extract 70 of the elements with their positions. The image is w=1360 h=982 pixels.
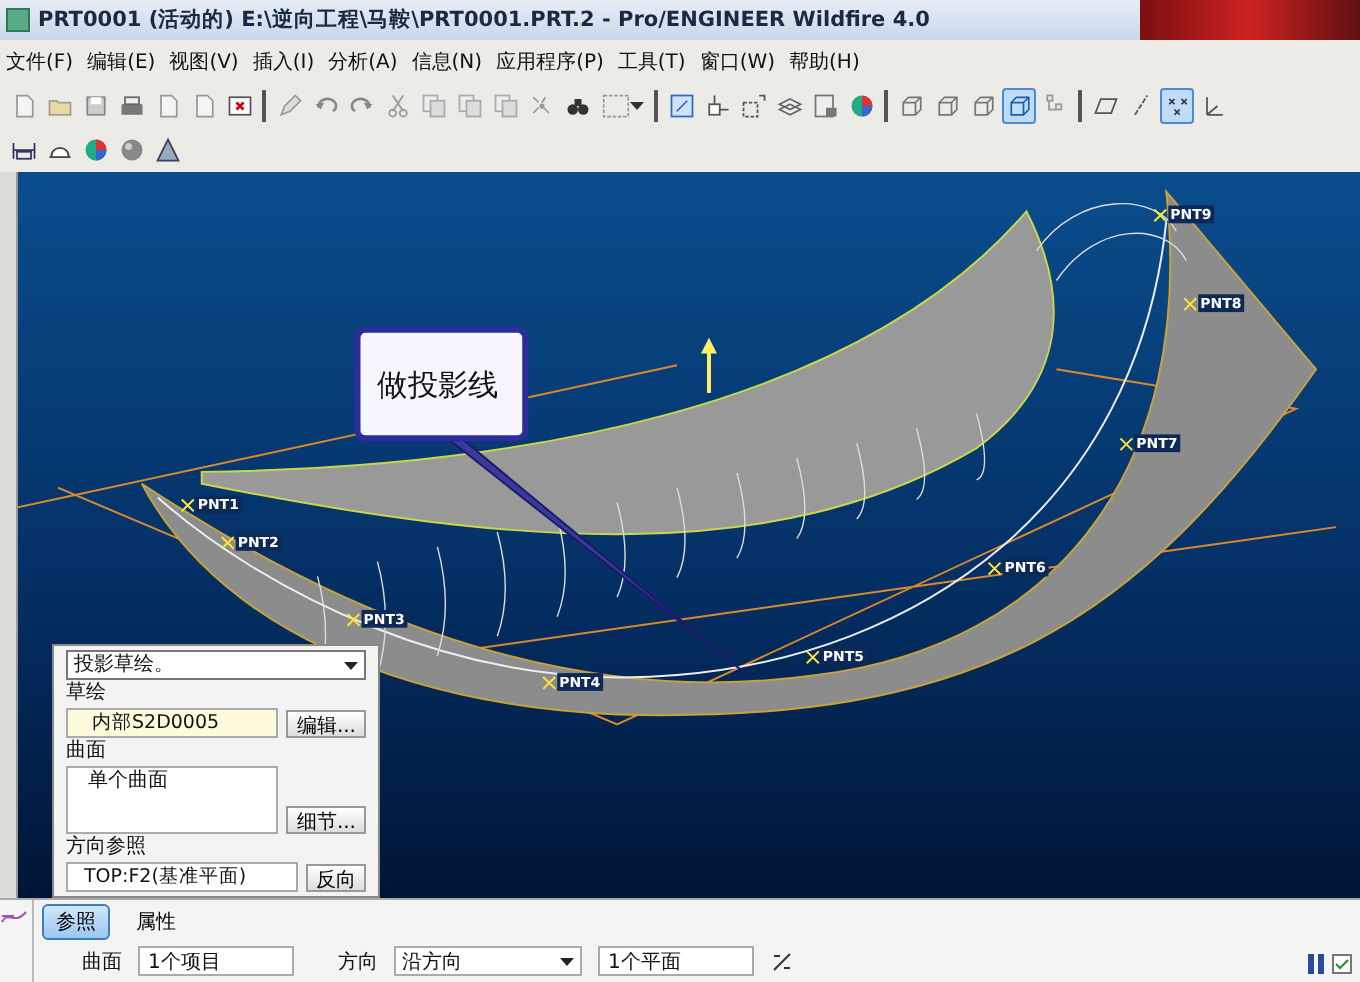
menu-item[interactable]: 窗口(W) xyxy=(699,46,776,78)
surfaces-label: 曲面 xyxy=(82,949,122,975)
datum-point-marker xyxy=(1183,297,1198,312)
menu-item[interactable]: 编辑(E) xyxy=(87,46,156,78)
wireframe-icon xyxy=(897,92,925,120)
select-box-icon xyxy=(601,92,629,120)
toolbar-button[interactable] xyxy=(1160,88,1194,124)
datum-point-marker xyxy=(805,650,820,665)
flip-button[interactable]: 反向 xyxy=(306,864,366,892)
caret-icon xyxy=(344,661,358,669)
pencil-icon xyxy=(275,92,303,120)
direction-reference-field[interactable]: TOP:F2(基准平面) xyxy=(66,862,298,892)
direction-dropdown[interactable]: 沿方向 xyxy=(394,946,582,976)
sketch-label: 草绘 xyxy=(66,682,108,706)
datum-point-marker xyxy=(220,536,235,550)
dashboard-tab[interactable]: 参照 xyxy=(42,904,110,940)
edit-button[interactable]: 编辑... xyxy=(286,710,366,738)
menu-item[interactable]: 视图(V) xyxy=(169,46,239,78)
sketch-field[interactable]: 内部S2D0005 xyxy=(66,708,279,738)
close-window-icon xyxy=(225,92,253,120)
shaded-icon xyxy=(1005,92,1033,120)
color-wheel-icon xyxy=(81,136,109,164)
printer-icon xyxy=(117,92,145,120)
list-item[interactable]: 单个曲面 xyxy=(88,770,257,794)
menu-item[interactable]: 插入(I) xyxy=(252,46,315,78)
dashboard-tab[interactable]: 属性 xyxy=(122,904,190,940)
menu-item[interactable]: 帮助(H) xyxy=(789,46,860,78)
menu-item[interactable]: 分析(A) xyxy=(328,46,398,78)
menu-item[interactable]: 应用程序(P) xyxy=(496,46,604,78)
direction-reference-label: 方向参照 xyxy=(66,836,148,860)
direction-label: 方向 xyxy=(338,949,378,975)
details-button[interactable]: 细节... xyxy=(286,806,366,834)
copy-icon xyxy=(419,92,447,120)
checkmark-icon[interactable] xyxy=(1332,954,1352,974)
caret-icon xyxy=(560,957,574,965)
caret-icon xyxy=(629,102,643,110)
pause-icon[interactable] xyxy=(1308,954,1324,974)
copy-icon xyxy=(455,92,483,120)
layers-icon xyxy=(775,92,803,120)
datum-point-marker xyxy=(1153,208,1168,223)
flip-direction-icon[interactable] xyxy=(770,949,794,973)
datum-point-marker xyxy=(180,498,195,513)
direction-arrow xyxy=(701,337,717,393)
surfaces-label: 曲面 xyxy=(66,740,108,764)
menu-item[interactable]: 文件(F) xyxy=(6,46,74,78)
no-hidden-icon xyxy=(969,92,997,120)
surfaces-list[interactable]: 单个曲面 xyxy=(66,766,279,834)
surfaces-field[interactable]: 1个项目 xyxy=(138,946,294,976)
floppy-icon xyxy=(81,92,109,120)
curve-tool-icon xyxy=(0,906,28,926)
type-dropdown[interactable]: 投影草绘。 xyxy=(66,650,366,680)
datum-point-marker xyxy=(987,561,1002,576)
datum-point-marker xyxy=(1119,437,1134,452)
plane-icon xyxy=(1091,92,1119,120)
window-icon xyxy=(667,92,695,120)
hidden-line-icon xyxy=(933,92,961,120)
menu-item[interactable]: 工具(T) xyxy=(617,46,686,78)
sphere-icon xyxy=(117,136,145,164)
plane-field[interactable]: 1个平面 xyxy=(598,946,754,976)
datum-point-marker xyxy=(542,676,557,690)
menu-item[interactable]: 信息(N) xyxy=(411,46,483,78)
window-title: PRT0001 (活动的) E:\逆向工程\马鞍\PRT0001.PRT.2 - Pro/ENGINEER Wildfire 4.0 xyxy=(38,6,930,34)
app-icon xyxy=(6,8,30,32)
datum-point-marker xyxy=(346,612,361,627)
color-wheel-icon xyxy=(847,92,875,120)
copy-icon xyxy=(491,92,519,120)
toolbar-button[interactable] xyxy=(1002,88,1036,124)
callout-text: 做投影线 xyxy=(377,367,499,403)
triangle-icon xyxy=(153,136,181,164)
scissors-icon xyxy=(383,92,411,120)
